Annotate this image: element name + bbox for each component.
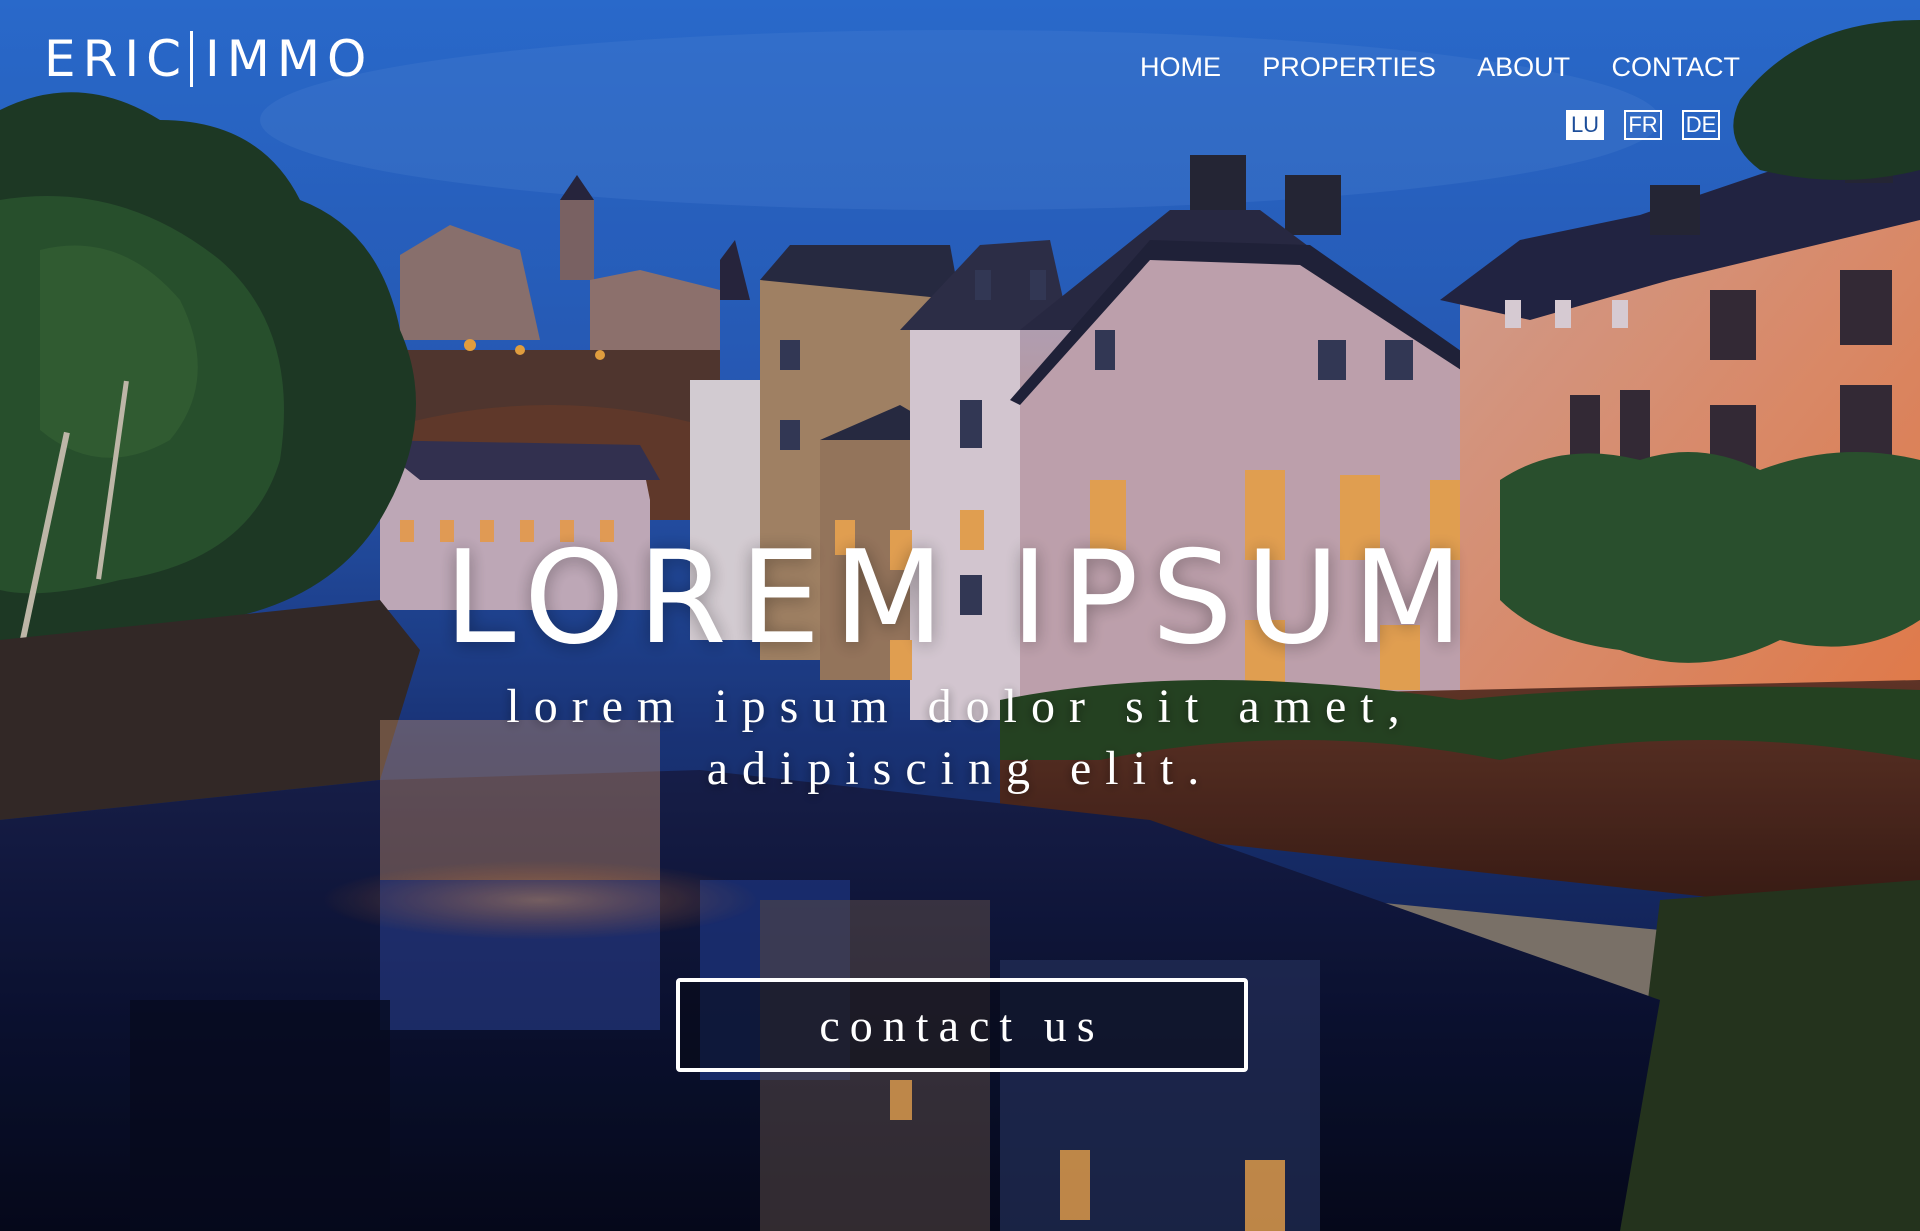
brand-name-left: ERIC	[44, 30, 188, 88]
brand-name-right: IMMO	[205, 30, 374, 88]
brand-logo[interactable]: ERIC IMMO	[44, 30, 373, 88]
contact-us-button[interactable]: contact us	[676, 978, 1248, 1072]
main-nav: HOME PROPERTIES ABOUT CONTACT	[1140, 52, 1740, 83]
brand-separator	[190, 31, 193, 87]
language-switcher: LU FR DE	[1566, 110, 1720, 140]
hero-subtitle-line-1: lorem ipsum dolor sit amet,	[506, 680, 1414, 733]
nav-contact-link[interactable]: CONTACT	[1611, 52, 1740, 83]
hero-subtitle-line-2: adipiscing elit.	[706, 742, 1214, 795]
hero-subtitle: lorem ipsum dolor sit amet, adipiscing e…	[0, 676, 1920, 800]
language-fr-button[interactable]: FR	[1624, 110, 1662, 140]
nav-about-link[interactable]: ABOUT	[1477, 52, 1570, 83]
nav-home-link[interactable]: HOME	[1140, 52, 1221, 83]
hero-title: LOREM IPSUM	[444, 524, 1476, 673]
language-lu-button[interactable]: LU	[1566, 110, 1604, 140]
language-de-button[interactable]: DE	[1682, 110, 1720, 140]
nav-properties-link[interactable]: PROPERTIES	[1262, 52, 1436, 83]
